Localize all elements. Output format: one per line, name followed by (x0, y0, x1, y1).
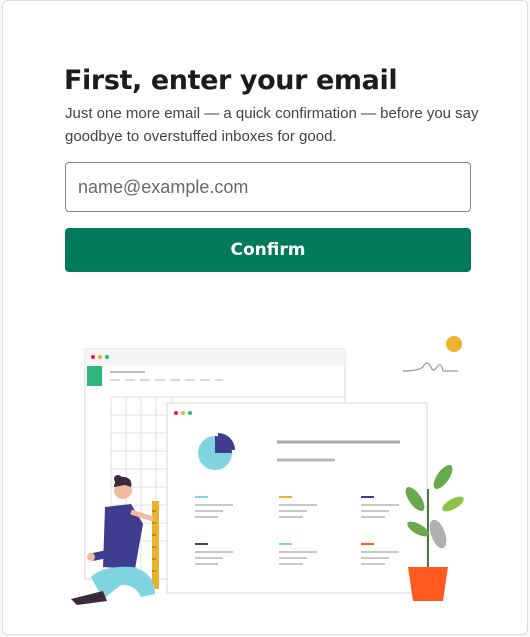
confirm-button[interactable]: Confirm (65, 228, 471, 272)
email-input[interactable] (65, 162, 471, 212)
sun-icon (446, 336, 462, 352)
confirm-email-card: First, enter your email Just one more em… (2, 0, 528, 635)
page-description: Just one more email — a quick confirmati… (65, 105, 479, 145)
front-window-graphic (166, 402, 428, 594)
page-title: First, enter your email (64, 65, 398, 96)
email-dashboard-illustration (71, 336, 464, 605)
cloud-doodle (402, 362, 458, 372)
